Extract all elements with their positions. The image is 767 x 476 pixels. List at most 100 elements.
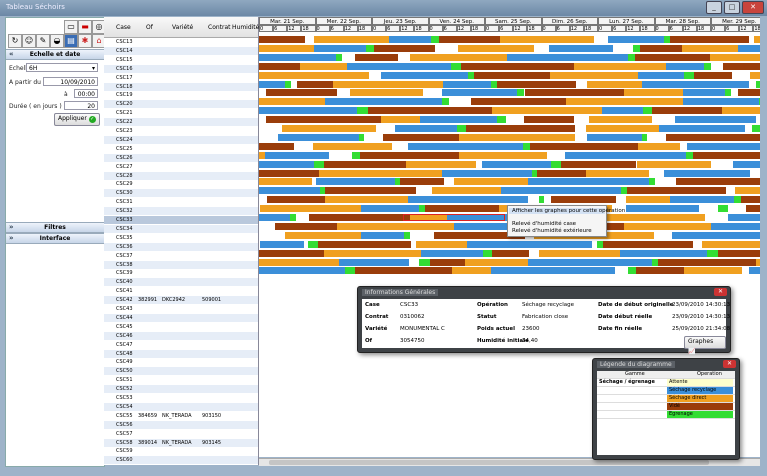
gantt-bar-vide[interactable] xyxy=(367,107,492,115)
gantt-bar-direct[interactable] xyxy=(749,71,760,79)
gantt-bar-egrenage[interactable] xyxy=(418,205,426,213)
gantt-bar-recyclage[interactable] xyxy=(500,187,622,195)
table-row[interactable]: CSC23 xyxy=(104,127,258,135)
table-row[interactable]: CSC49 xyxy=(104,358,258,366)
gantt-bar-egrenage[interactable] xyxy=(703,62,711,70)
gantt-bar-recyclage[interactable] xyxy=(394,125,458,132)
gantt-bar-recyclage[interactable] xyxy=(325,98,442,106)
table-row[interactable]: CSC18 xyxy=(104,82,258,91)
table-row[interactable]: CSC52 xyxy=(104,385,258,394)
gantt-bar-recyclage[interactable] xyxy=(420,116,498,124)
gantt-bar-direct[interactable] xyxy=(709,53,760,61)
gantt-bar-recyclage[interactable] xyxy=(666,62,704,70)
gantt-bar-recyclage[interactable] xyxy=(527,178,650,186)
table-row[interactable]: CSC51 xyxy=(104,376,258,384)
gantt-bar-direct[interactable] xyxy=(313,36,389,43)
gantt-bar-recyclage[interactable] xyxy=(441,89,518,97)
gantt-bar-vide[interactable] xyxy=(309,214,410,221)
gantt-bar-vide[interactable] xyxy=(399,178,444,186)
table-row[interactable]: CSC55 384659 NK_TERADA 903150 xyxy=(104,412,258,420)
gantt-bar-vide[interactable] xyxy=(561,160,637,168)
gantt-bar-egrenage[interactable] xyxy=(358,133,364,141)
table-row[interactable]: CSC28 xyxy=(104,171,258,180)
gantt-bar-vide[interactable] xyxy=(323,160,407,168)
gantt-bar-direct[interactable] xyxy=(458,151,547,159)
gantt-bar-direct[interactable] xyxy=(586,125,659,132)
table-row[interactable]: CSC25 xyxy=(104,145,258,153)
refresh-icon[interactable]: ↻ xyxy=(8,34,22,48)
gantt-bar-recyclage[interactable] xyxy=(601,107,644,115)
table-row[interactable]: CSC53 xyxy=(104,394,258,402)
header-variete[interactable]: Variété xyxy=(172,24,193,31)
gantt-bar-egrenage[interactable] xyxy=(336,53,343,61)
chart-icon[interactable]: ▤ xyxy=(64,34,78,48)
gantt-bar-egrenage[interactable] xyxy=(725,89,731,97)
gantt-bar-direct[interactable] xyxy=(259,71,370,79)
gantt-bar-vide[interactable] xyxy=(355,53,399,61)
gantt-bar-vide[interactable] xyxy=(382,133,459,141)
gantt-bar-vide[interactable] xyxy=(259,249,324,257)
table-row[interactable]: CSC26 xyxy=(104,153,258,162)
minimize-button[interactable]: _ xyxy=(706,1,722,14)
gantt-bar-recyclage[interactable] xyxy=(548,44,614,52)
gantt-bar-egrenage[interactable] xyxy=(733,196,742,204)
gantt-bar-egrenage[interactable] xyxy=(628,267,637,275)
gantt-bar-egrenage[interactable] xyxy=(684,71,695,79)
gantt-bar-recyclage[interactable] xyxy=(607,36,665,43)
gantt-bar-vide[interactable] xyxy=(717,249,760,257)
gantt-bar-vide[interactable] xyxy=(657,258,757,266)
table-row[interactable]: CSC44 xyxy=(104,313,258,322)
table-row[interactable]: CSC30 xyxy=(104,189,258,198)
gantt-bar-direct[interactable] xyxy=(406,160,476,168)
gantt-bar-vide[interactable] xyxy=(665,133,760,141)
scrollbar-thumb[interactable] xyxy=(269,460,709,465)
table-row[interactable]: CSC40 xyxy=(104,278,258,287)
gantt-bar-direct[interactable] xyxy=(637,142,681,150)
gantt-bar-egrenage[interactable] xyxy=(718,205,728,213)
gantt-bar-vide[interactable] xyxy=(374,44,435,52)
header-contrat[interactable]: Contrat xyxy=(208,24,231,31)
gantt-bar-recyclage[interactable] xyxy=(490,267,615,275)
gantt-bar-direct[interactable] xyxy=(259,258,339,266)
gantt-bar-recyclage[interactable] xyxy=(259,80,285,88)
gantt-bar-vide[interactable] xyxy=(355,267,452,275)
gantt-bar-vide[interactable] xyxy=(439,36,500,43)
gantt-bar-recyclage[interactable] xyxy=(658,125,745,132)
gantt-bar-recyclage[interactable] xyxy=(467,240,593,248)
gantt-bar-direct[interactable] xyxy=(721,107,760,115)
gantt-bar-direct[interactable] xyxy=(312,142,392,150)
from-date-input[interactable]: 10/09/2010 xyxy=(43,77,98,86)
table-row[interactable]: CSC50 xyxy=(104,367,258,376)
gantt-bar-direct[interactable] xyxy=(451,267,491,275)
gantt-bar-egrenage[interactable] xyxy=(289,214,297,221)
gantt-bar-vide[interactable] xyxy=(693,151,760,159)
gantt-bar-egrenage[interactable] xyxy=(457,125,466,132)
gantt-bar-recyclage[interactable] xyxy=(277,133,359,141)
gantt-bar-vide[interactable] xyxy=(639,44,682,52)
gantt-bar-direct[interactable] xyxy=(588,116,652,124)
gantt-bar-recyclage[interactable] xyxy=(482,160,552,168)
section-interface-header[interactable]: » Interface xyxy=(6,233,104,244)
gantt-bar-recyclage[interactable] xyxy=(338,258,409,266)
gantt-bar-recyclage[interactable] xyxy=(441,169,532,177)
gantt-bar-direct[interactable] xyxy=(491,107,602,115)
duration-input[interactable]: 20 xyxy=(64,101,98,110)
gantt-bar-direct[interactable] xyxy=(636,160,712,168)
gantt-bar-direct[interactable] xyxy=(259,205,362,213)
gantt-bar-vide[interactable] xyxy=(670,36,749,43)
gantt-bar-recyclage[interactable] xyxy=(408,142,524,150)
menu-item-show-graphs[interactable]: Afficher les graphes pour cette opératio… xyxy=(509,208,625,214)
gantt-bar-vide[interactable] xyxy=(523,116,574,124)
gantt-bar-recyclage[interactable] xyxy=(259,214,290,221)
gantt-bar-vide[interactable] xyxy=(325,187,416,195)
table-row[interactable]: CSC59 xyxy=(104,447,258,455)
gantt-bar-recyclage[interactable] xyxy=(407,196,528,204)
gantt-bar-recyclage[interactable] xyxy=(687,142,760,150)
table-row[interactable]: CSC46 xyxy=(104,331,258,340)
gantt-bar-direct[interactable] xyxy=(458,133,575,141)
gantt-bar-recyclage[interactable] xyxy=(388,36,431,43)
gantt-bar-direct[interactable] xyxy=(285,231,361,239)
gantt-bar-recyclage[interactable] xyxy=(710,222,760,230)
apply-button[interactable]: Appliquer ✓ xyxy=(54,113,100,126)
menu-item-case-humidity[interactable]: Relevé d'humidité case xyxy=(512,221,576,227)
